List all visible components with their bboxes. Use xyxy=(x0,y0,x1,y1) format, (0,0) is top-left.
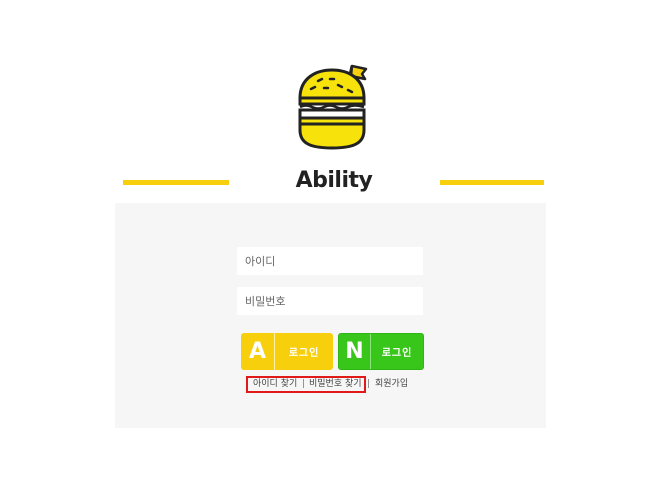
naver-login-button[interactable]: N 로그인 xyxy=(338,333,424,370)
title-divider-left xyxy=(123,180,229,185)
id-input[interactable] xyxy=(237,247,423,275)
find-id-link[interactable]: 아이디 찾기 xyxy=(253,379,297,390)
naver-logo-icon: N xyxy=(339,334,371,369)
a-login-label: 로그인 xyxy=(288,348,320,359)
title-divider-right xyxy=(440,180,544,185)
link-separator: | xyxy=(302,379,306,389)
password-input[interactable] xyxy=(237,287,423,315)
login-page: Ability Assemble A 로그인 N 로그인 아이디 찾기 | 비밀… xyxy=(0,0,660,500)
a-login-button[interactable]: A 로그인 xyxy=(241,333,333,370)
find-password-link[interactable]: 비밀번호 찾기 xyxy=(309,379,362,390)
signup-link[interactable]: 회원가입 xyxy=(375,379,408,390)
burger-flag-icon xyxy=(298,64,368,150)
naver-login-label: 로그인 xyxy=(381,348,413,359)
login-panel xyxy=(115,203,546,428)
link-separator: | xyxy=(367,379,371,389)
brand-title-row: Ability Assemble xyxy=(0,164,660,227)
a-logo-icon: A xyxy=(241,333,275,370)
